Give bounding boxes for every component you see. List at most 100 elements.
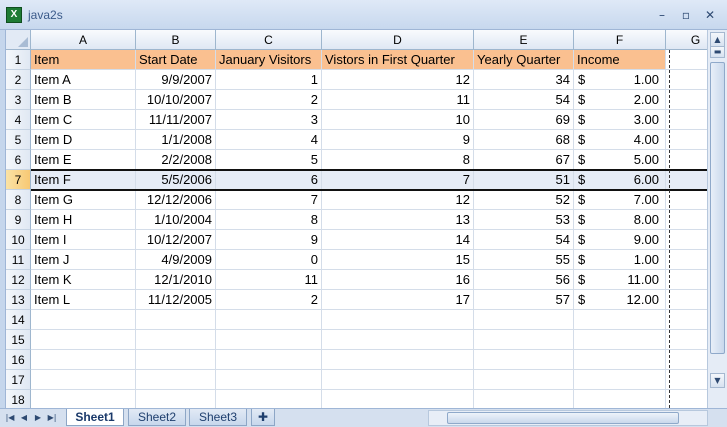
cell-g4[interactable] [666,110,707,130]
cell-a4[interactable]: Item C [31,110,136,130]
row-header-12[interactable]: 12 [6,270,31,290]
cell-g10[interactable] [666,230,707,250]
cell-f15[interactable] [574,330,666,350]
column-header-a[interactable]: A [31,30,136,50]
cell-b12[interactable]: 12/1/2010 [136,270,216,290]
cell-e3[interactable]: 54 [474,90,574,110]
cell-b3[interactable]: 10/10/2007 [136,90,216,110]
cell-g5[interactable] [666,130,707,150]
cell-c15[interactable] [216,330,322,350]
minimize-button[interactable]: – [652,6,672,24]
cell-d9[interactable]: 13 [322,210,474,230]
row-header-11[interactable]: 11 [6,250,31,270]
cell-a11[interactable]: Item J [31,250,136,270]
row-header-3[interactable]: 3 [6,90,31,110]
cell-a7[interactable]: Item F [31,170,136,190]
select-all-button[interactable] [6,30,31,50]
cell-b14[interactable] [136,310,216,330]
cell-e13[interactable]: 57 [474,290,574,310]
maximize-button[interactable]: ▫ [676,6,696,24]
cell-c6[interactable]: 5 [216,150,322,170]
cell-b10[interactable]: 10/12/2007 [136,230,216,250]
cell-f11[interactable]: $1.00 [574,250,666,270]
row-header-16[interactable]: 16 [6,350,31,370]
cell-f1[interactable]: Income [574,50,666,70]
cell-e16[interactable] [474,350,574,370]
cell-a2[interactable]: Item A [31,70,136,90]
row-header-4[interactable]: 4 [6,110,31,130]
scroll-up-button[interactable]: ▲ [710,32,725,47]
cell-g16[interactable] [666,350,707,370]
next-sheet-icon[interactable]: ▶ [32,410,44,425]
tab-sheet3[interactable]: Sheet3 [189,409,247,426]
row-header-18[interactable]: 18 [6,390,31,408]
cell-f12[interactable]: $11.00 [574,270,666,290]
cell-a15[interactable] [31,330,136,350]
cell-d10[interactable]: 14 [322,230,474,250]
cell-f7[interactable]: $6.00 [574,170,666,190]
cell-d13[interactable]: 17 [322,290,474,310]
cell-a1[interactable]: Item [31,50,136,70]
cell-g18[interactable] [666,390,707,408]
column-header-e[interactable]: E [474,30,574,50]
cell-c2[interactable]: 1 [216,70,322,90]
cell-f17[interactable] [574,370,666,390]
cell-d11[interactable]: 15 [322,250,474,270]
cell-g9[interactable] [666,210,707,230]
row-header-9[interactable]: 9 [6,210,31,230]
cell-b15[interactable] [136,330,216,350]
row-header-15[interactable]: 15 [6,330,31,350]
row-header-14[interactable]: 14 [6,310,31,330]
cell-b9[interactable]: 1/10/2004 [136,210,216,230]
cell-f14[interactable] [574,310,666,330]
cell-c18[interactable] [216,390,322,408]
cell-b2[interactable]: 9/9/2007 [136,70,216,90]
cell-a13[interactable]: Item L [31,290,136,310]
cell-g14[interactable] [666,310,707,330]
cell-g6[interactable] [666,150,707,170]
split-box-icon[interactable]: ▬ [710,46,725,58]
cell-d1[interactable]: Vistors in First Quarter [322,50,474,70]
cell-a8[interactable]: Item G [31,190,136,210]
cell-f10[interactable]: $9.00 [574,230,666,250]
cell-c11[interactable]: 0 [216,250,322,270]
cell-e12[interactable]: 56 [474,270,574,290]
cell-c7[interactable]: 6 [216,170,322,190]
cell-b4[interactable]: 11/11/2007 [136,110,216,130]
cell-b8[interactable]: 12/12/2006 [136,190,216,210]
cell-d18[interactable] [322,390,474,408]
cell-g8[interactable] [666,190,707,210]
cell-g2[interactable] [666,70,707,90]
cell-f2[interactable]: $1.00 [574,70,666,90]
cell-e6[interactable]: 67 [474,150,574,170]
cell-d7[interactable]: 7 [322,170,474,190]
row-header-7[interactable]: 7 [6,170,31,190]
insert-sheet-icon[interactable]: ✚ [251,409,275,426]
row-header-1[interactable]: 1 [6,50,31,70]
vertical-scrollbar[interactable]: ▲ ▬ ▼ [707,30,727,408]
cell-f13[interactable]: $12.00 [574,290,666,310]
row-header-6[interactable]: 6 [6,150,31,170]
cell-d15[interactable] [322,330,474,350]
cell-a17[interactable] [31,370,136,390]
cell-g13[interactable] [666,290,707,310]
tab-sheet1[interactable]: Sheet1 [66,409,124,426]
tab-sheet2[interactable]: Sheet2 [128,409,186,426]
cell-b6[interactable]: 2/2/2008 [136,150,216,170]
cell-c12[interactable]: 11 [216,270,322,290]
cell-e11[interactable]: 55 [474,250,574,270]
cell-d2[interactable]: 12 [322,70,474,90]
cell-g17[interactable] [666,370,707,390]
spreadsheet-grid[interactable]: A B C D E F G 1 Item Start Date January Visitors Vi… [5,30,707,408]
cell-c8[interactable]: 7 [216,190,322,210]
cell-c16[interactable] [216,350,322,370]
cell-b13[interactable]: 11/12/2005 [136,290,216,310]
first-sheet-icon[interactable]: |◀ [4,410,16,425]
cell-c3[interactable]: 2 [216,90,322,110]
cell-a9[interactable]: Item H [31,210,136,230]
cell-d4[interactable]: 10 [322,110,474,130]
excel-icon[interactable]: X [6,7,22,23]
close-button[interactable]: ✕ [700,6,720,24]
cell-c4[interactable]: 3 [216,110,322,130]
cell-b5[interactable]: 1/1/2008 [136,130,216,150]
